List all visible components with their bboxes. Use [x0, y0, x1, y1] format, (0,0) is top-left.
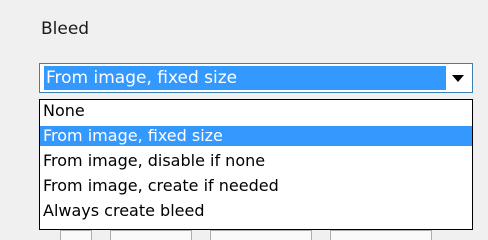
bleed-panel: Bleed From image, fixed size None From i… — [0, 0, 488, 240]
bleed-section-label: Bleed — [41, 19, 90, 39]
option-from-image-disable-if-none[interactable]: From image, disable if none — [40, 151, 472, 171]
bleed-dropdown-list: None From image, fixed size From image, … — [39, 99, 473, 230]
option-from-image-create-if-needed[interactable]: From image, create if needed — [40, 176, 472, 196]
option-from-image-fixed-size[interactable]: From image, fixed size — [40, 126, 472, 146]
bleed-combobox[interactable]: From image, fixed size — [39, 63, 473, 93]
option-always-create-bleed[interactable]: Always create bleed — [40, 201, 472, 221]
obscured-control — [60, 230, 92, 240]
chevron-down-icon[interactable] — [452, 75, 464, 82]
obscured-control — [110, 230, 192, 240]
obscured-controls-row — [60, 230, 480, 240]
option-none[interactable]: None — [40, 101, 472, 121]
obscured-control — [210, 230, 312, 240]
bleed-combobox-value: From image, fixed size — [44, 66, 446, 90]
obscured-control — [330, 230, 432, 240]
